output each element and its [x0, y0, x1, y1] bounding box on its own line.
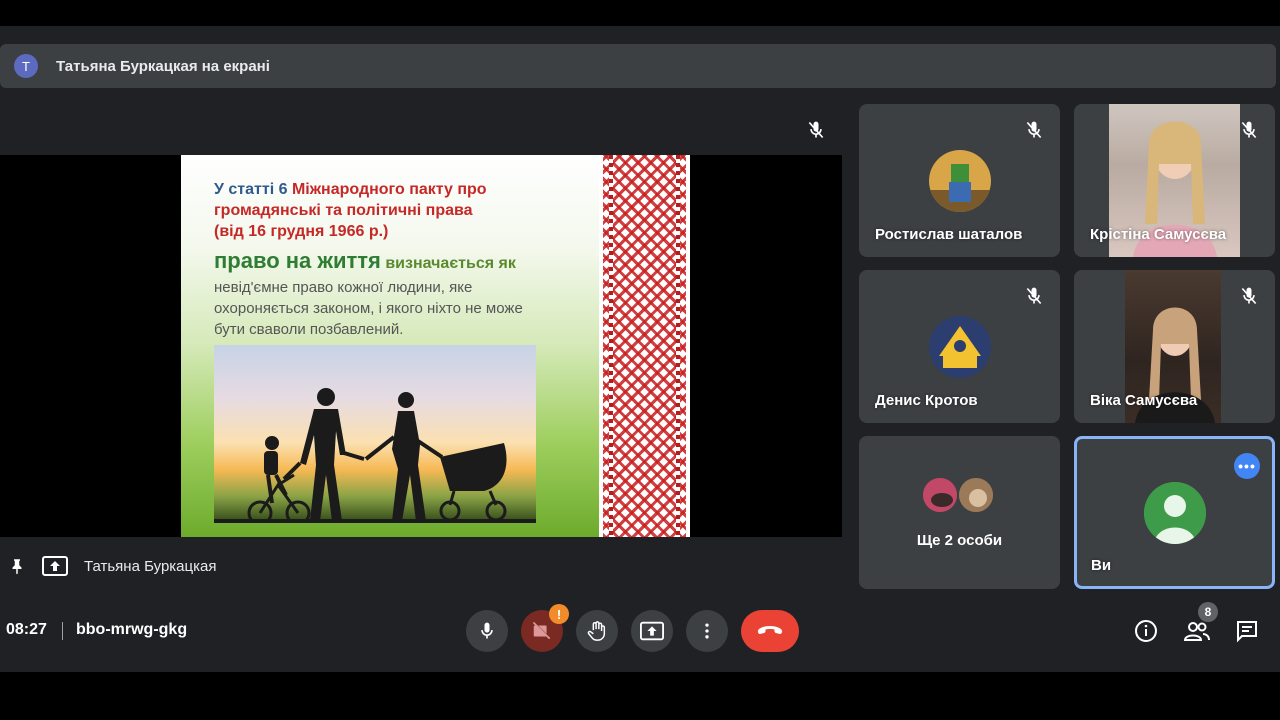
presenter-name: Татьяна Буркацкая [84, 557, 217, 575]
slide-family-photo [214, 345, 536, 523]
raise-hand-button[interactable] [576, 610, 618, 652]
participant-tile[interactable]: Ростислав шаталов [859, 104, 1060, 257]
mic-off-icon [1024, 286, 1044, 306]
chat-button[interactable] [1234, 618, 1260, 644]
presentation-banner: T Татьяна Буркацкая на екрані [0, 44, 1276, 88]
info-icon [1135, 620, 1157, 642]
slide-title-line2: громадянські та політичні права [214, 202, 473, 219]
avatar [957, 476, 995, 514]
present-now-button[interactable] [631, 610, 673, 652]
avatar [921, 476, 959, 514]
camera-alert-badge: ! [549, 604, 569, 624]
slide-title-line3: (від 16 грудня 1966 р.) [214, 223, 389, 240]
chat-icon [1237, 621, 1257, 643]
call-end-icon [757, 626, 783, 634]
people-icon [1184, 622, 1210, 641]
others-tile[interactable]: Ще 2 особи [859, 436, 1060, 589]
embroidery-ornament [599, 155, 690, 537]
participant-name: Ростислав шаталов [875, 226, 1023, 243]
banner-text: Татьяна Буркацкая на екрані [56, 57, 270, 75]
banner-avatar: T [14, 54, 38, 78]
slide-headline: право на життя визначається як [214, 248, 516, 273]
mic-button[interactable] [466, 610, 508, 652]
mic-off-icon [806, 120, 826, 140]
avatar [929, 316, 991, 378]
slide-text: У статті 6 Міжнародного пакту про громад… [214, 179, 584, 340]
stage-footer: Татьяна Буркацкая [0, 548, 842, 584]
camera-off-icon [532, 621, 551, 640]
camera-button[interactable]: ! [521, 604, 569, 652]
slide-body-2: охороняється законом, і якого ніхто не м… [214, 300, 523, 317]
participant-name: Віка Самусєва [1090, 392, 1198, 409]
shared-slide: У статті 6 Міжнародного пакту про громад… [181, 155, 690, 537]
bottom-letterbox [0, 672, 1280, 720]
divider [62, 622, 63, 640]
top-bar [0, 0, 1280, 26]
participant-tile[interactable]: Крістіна Самусєва [1074, 104, 1275, 257]
slide-body-1: невід'ємне право кожної людини, яке [214, 279, 473, 296]
slide-body-3: бути сваволи позбавлений. [214, 321, 404, 338]
meeting-time: 08:27 [6, 621, 47, 638]
participant-tile[interactable]: Віка Самусєва [1074, 270, 1275, 423]
leave-call-button[interactable] [741, 610, 799, 652]
avatar [1144, 482, 1206, 544]
slide-title-line1: У статті 6 Міжнародного пакту про [214, 181, 487, 198]
more-options-button[interactable] [686, 610, 728, 652]
mic-off-icon [1239, 286, 1259, 306]
participant-tile[interactable]: Денис Кротов [859, 270, 1060, 423]
avatar [929, 150, 991, 212]
present-now-icon [640, 621, 664, 641]
self-tile[interactable]: ••• Ви [1074, 436, 1275, 589]
pin-icon[interactable] [8, 556, 28, 576]
present-icon [42, 556, 68, 576]
mic-off-icon [1239, 120, 1259, 140]
participant-name: Крістіна Самусєва [1090, 226, 1227, 243]
participant-name: Денис Кротов [875, 392, 978, 409]
more-options-icon[interactable]: ••• [1234, 453, 1260, 479]
meeting-details-button[interactable] [1133, 618, 1159, 644]
meeting-code: bbo-mrwg-gkg [76, 621, 188, 638]
others-label: Ще 2 особи [916, 532, 1003, 549]
participant-name: Ви [1091, 557, 1112, 574]
others-avatars [921, 476, 1001, 516]
more-vert-icon [705, 623, 709, 639]
mic-off-icon [1024, 120, 1044, 140]
mic-icon [481, 622, 493, 639]
participant-count-badge: 8 [1198, 602, 1218, 622]
hand-icon [587, 621, 606, 641]
